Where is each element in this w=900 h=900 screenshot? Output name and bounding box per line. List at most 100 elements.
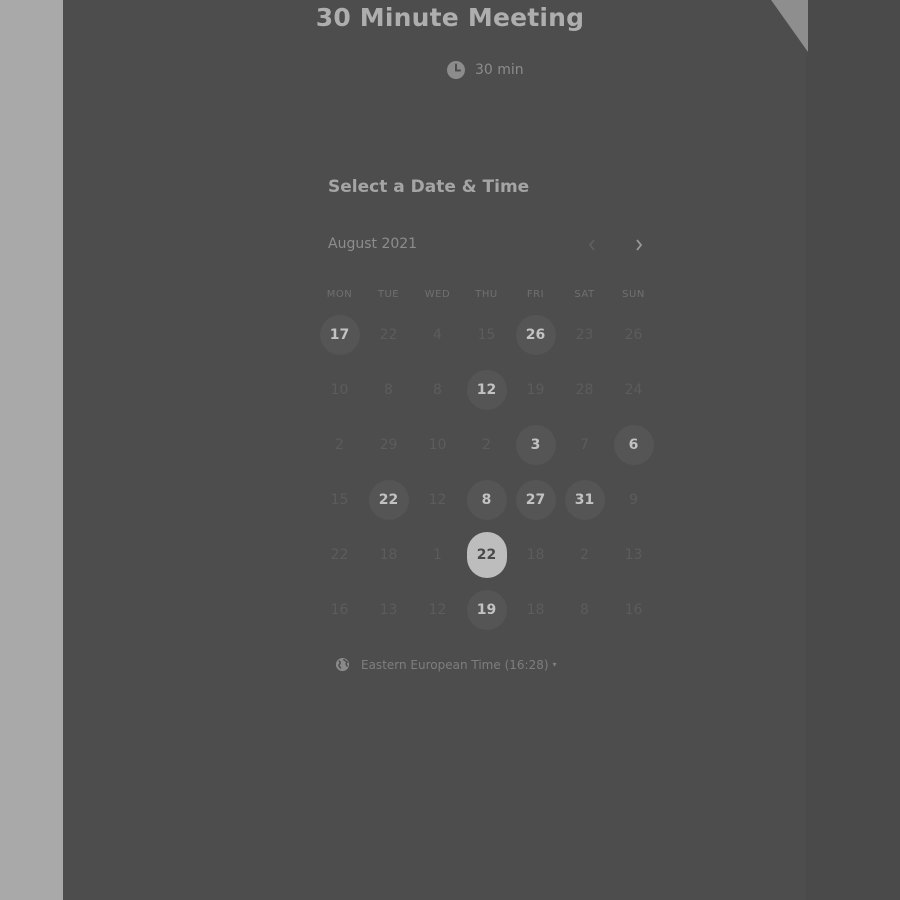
unavailable-day: 15 <box>330 491 349 508</box>
calendar-cell: 3 <box>511 417 560 472</box>
next-month-button[interactable] <box>627 233 651 257</box>
chevron-left-icon <box>588 239 595 251</box>
available-day-button[interactable]: 27 <box>515 479 556 520</box>
available-day-button[interactable]: 6 <box>613 424 654 465</box>
globe-icon <box>335 657 350 672</box>
unavailable-day: 1 <box>433 546 442 563</box>
unavailable-day: 4 <box>433 326 442 343</box>
calendar-cell: 16 <box>609 582 658 637</box>
available-day-button[interactable]: 8 <box>466 479 507 520</box>
weekday-label: FRI <box>526 289 545 300</box>
calendar-cell: 19 <box>511 362 560 417</box>
unavailable-day: 2 <box>482 436 491 453</box>
weekday-header: MON TUE WED THU FRI SAT SUN <box>315 289 658 300</box>
calendar-cell: 13 <box>609 527 658 582</box>
calendar-cell: 2 <box>315 417 364 472</box>
calendar-cell: 27 <box>511 472 560 527</box>
calendar-cell: 22 <box>364 472 413 527</box>
unavailable-day: 8 <box>433 381 442 398</box>
unavailable-day: 22 <box>379 326 398 343</box>
unavailable-day: 8 <box>580 601 589 618</box>
unavailable-day: 29 <box>379 436 398 453</box>
section-title: Select a Date & Time <box>328 177 530 197</box>
calendar-cell: 22 <box>315 527 364 582</box>
weekday-label: SUN <box>622 289 645 300</box>
calendar-cell: 12 <box>413 582 462 637</box>
chevron-right-icon <box>636 239 643 251</box>
calendar-cell: 31 <box>560 472 609 527</box>
weekday-label: MON <box>326 289 353 300</box>
prev-month-button[interactable] <box>580 233 604 257</box>
unavailable-day: 18 <box>379 546 398 563</box>
unavailable-day: 24 <box>624 381 643 398</box>
unavailable-day: 22 <box>330 546 349 563</box>
unavailable-day: 2 <box>335 436 344 453</box>
unavailable-day: 13 <box>379 601 398 618</box>
available-day-button[interactable]: 26 <box>515 314 556 355</box>
weekday-label: SAT <box>574 289 595 300</box>
calendar-cell: 18 <box>511 582 560 637</box>
unavailable-day: 28 <box>575 381 594 398</box>
calendar-cell: 17 <box>315 307 364 362</box>
calendar-cell: 12 <box>413 472 462 527</box>
calendar-cell: 15 <box>462 307 511 362</box>
available-day-button[interactable]: 3 <box>515 424 556 465</box>
available-day-button[interactable]: 17 <box>319 314 360 355</box>
calendar-cell: 22 <box>364 307 413 362</box>
month-label: August 2021 <box>328 236 418 252</box>
calendar-cell: 8 <box>413 362 462 417</box>
calendar-cell: 8 <box>560 582 609 637</box>
unavailable-day: 18 <box>526 546 545 563</box>
calendar-grid: 17 22 4 15 26 23 26 10 8 8 12 19 28 24 2 29 10 2 3 7 6 15 22 12… <box>315 307 658 637</box>
caret-down-icon: ▾ <box>552 660 557 669</box>
available-day-button[interactable]: 22 <box>368 479 409 520</box>
unavailable-day: 16 <box>624 601 643 618</box>
unavailable-day: 10 <box>330 381 349 398</box>
calendar-cell: 24 <box>609 362 658 417</box>
calendar-cell: 10 <box>413 417 462 472</box>
selected-day-button[interactable]: 22 <box>466 531 507 578</box>
unavailable-day: 12 <box>428 601 447 618</box>
duration-info: 30 min <box>446 59 524 81</box>
unavailable-day: 12 <box>428 491 447 508</box>
unavailable-day: 13 <box>624 546 643 563</box>
timezone-selector[interactable]: Eastern European Time (16:28) ▾ <box>335 657 557 672</box>
calendar-cell: 2 <box>560 527 609 582</box>
timezone-label: Eastern European Time (16:28) <box>361 657 549 672</box>
available-day-button[interactable]: 31 <box>564 479 605 520</box>
calendar-cell: 10 <box>315 362 364 417</box>
calendar-cell: 29 <box>364 417 413 472</box>
calendar-cell: 22 <box>462 527 511 582</box>
calendar-cell: 16 <box>315 582 364 637</box>
panel-right-edge <box>806 0 900 900</box>
calendar-cell: 1 <box>413 527 462 582</box>
calendar-cell: 7 <box>560 417 609 472</box>
unavailable-day: 18 <box>526 601 545 618</box>
unavailable-day: 8 <box>384 381 393 398</box>
page-background <box>0 0 63 900</box>
available-day-button[interactable]: 12 <box>466 369 507 410</box>
calendar-cell: 18 <box>511 527 560 582</box>
available-day-button[interactable]: 19 <box>466 589 507 630</box>
calendar-cell: 9 <box>609 472 658 527</box>
unavailable-day: 16 <box>330 601 349 618</box>
clock-icon <box>447 61 465 79</box>
unavailable-day: 9 <box>629 491 638 508</box>
unavailable-day: 23 <box>575 326 594 343</box>
calendar-cell: 28 <box>560 362 609 417</box>
weekday-label: WED <box>424 289 451 300</box>
event-title: 30 Minute Meeting <box>315 3 585 32</box>
calendar-cell: 8 <box>462 472 511 527</box>
calendar-cell: 12 <box>462 362 511 417</box>
unavailable-day: 19 <box>526 381 545 398</box>
calendar-cell: 26 <box>511 307 560 362</box>
calendar-cell: 18 <box>364 527 413 582</box>
weekday-label: THU <box>475 289 498 300</box>
calendar-cell: 8 <box>364 362 413 417</box>
unavailable-day: 10 <box>428 436 447 453</box>
duration-label: 30 min <box>475 62 524 78</box>
calendar-cell: 26 <box>609 307 658 362</box>
calendar-cell: 15 <box>315 472 364 527</box>
calendar-cell: 19 <box>462 582 511 637</box>
calendar-cell: 2 <box>462 417 511 472</box>
